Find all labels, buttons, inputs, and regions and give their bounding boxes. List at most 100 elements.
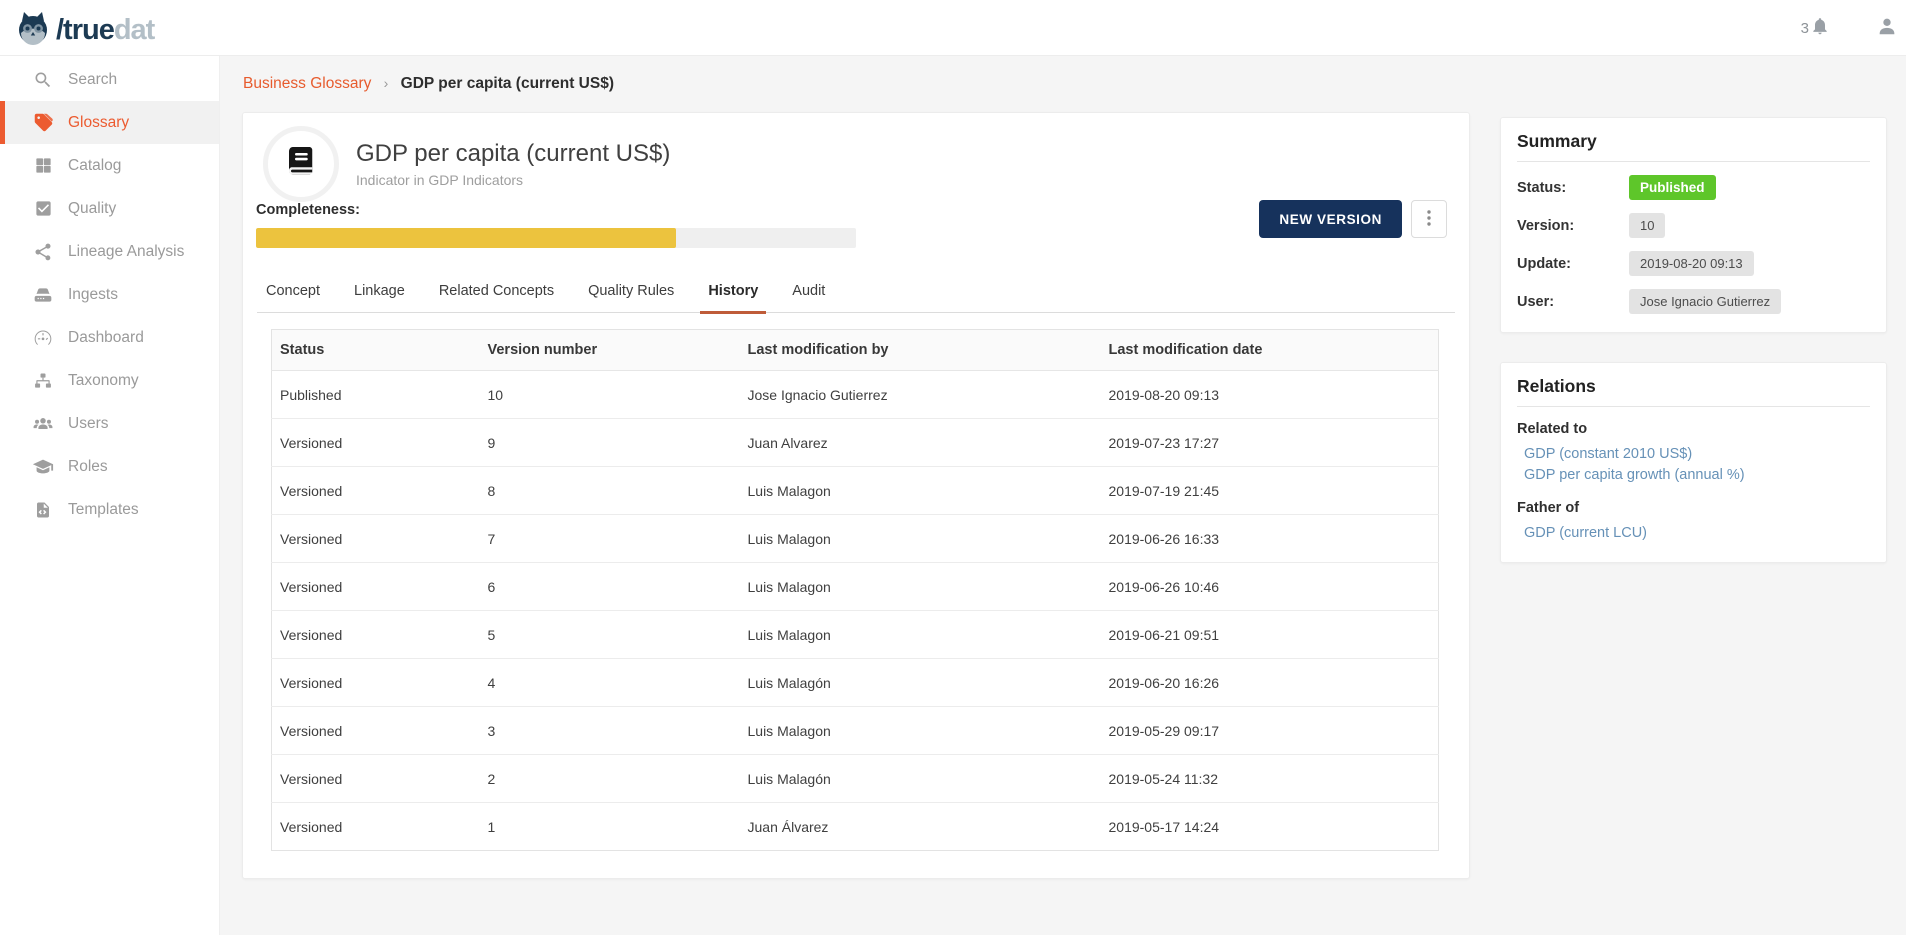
tab-linkage[interactable]: Linkage [352,273,407,312]
cell-last-modification-by: Luis Malagon [740,467,1101,515]
completeness-label: Completeness: [256,202,856,218]
cell-status: Versioned [272,755,480,803]
cell-version-number: 4 [480,659,740,707]
sidebar-item-search[interactable]: Search [0,58,219,101]
column-header-status: Status [272,330,480,371]
main-content: Business Glossary › GDP per capita (curr… [220,56,1906,935]
cell-status: Published [272,371,480,419]
sidebar-item-label: Ingests [68,286,118,304]
tab-audit[interactable]: Audit [790,273,827,312]
tag-icon [32,112,54,134]
cell-last-modification-by: Luis Malagon [740,515,1101,563]
sidebar-item-label: Dashboard [68,329,144,347]
table-row[interactable]: Versioned 7 Luis Malagon 2019-06-26 16:3… [272,515,1439,563]
sidebar-item-quality[interactable]: Quality [0,187,219,230]
table-row[interactable]: Published 10 Jose Ignacio Gutierrez 2019… [272,371,1439,419]
summary-field-update: Update: 2019-08-20 09:13 [1517,251,1870,276]
check-square-icon [32,198,54,220]
tab-bar: Concept Linkage Related Concepts Quality Ru… [257,273,1455,313]
summary-field-label: Version: [1517,218,1629,234]
breadcrumb-current: GDP per capita (current US$) [401,75,614,92]
relations-title: Relations [1517,376,1870,407]
summary-title: Summary [1517,131,1870,162]
sidebar: Search Glossary Catalog Quality Lineage … [0,56,220,935]
cell-last-modification-by: Luis Malagon [740,563,1101,611]
table-row[interactable]: Versioned 8 Luis Malagon 2019-07-19 21:4… [272,467,1439,515]
sidebar-item-users[interactable]: Users [0,402,219,445]
relation-group-heading: Related to [1517,421,1870,437]
hierarchy-icon [32,370,54,392]
summary-field-user: User: Jose Ignacio Gutierrez [1517,289,1870,314]
column-header-version: Version number [480,330,740,371]
summary-field-label: Status: [1517,180,1629,196]
notifications-button[interactable]: 3 [1801,16,1830,41]
cell-last-modification-date: 2019-06-26 16:33 [1101,515,1439,563]
summary-field-value: Published [1629,175,1716,200]
more-actions-button[interactable] [1411,200,1447,238]
breadcrumb-separator: › [384,75,389,91]
cell-version-number: 2 [480,755,740,803]
relation-link[interactable]: GDP per capita growth (annual %) [1524,465,1870,486]
breadcrumb-parent-link[interactable]: Business Glossary [243,75,371,92]
column-header-by: Last modification by [740,330,1101,371]
cell-last-modification-date: 2019-05-24 11:32 [1101,755,1439,803]
sidebar-item-roles[interactable]: Roles [0,445,219,488]
table-row[interactable]: Versioned 2 Luis Malagón 2019-05-24 11:3… [272,755,1439,803]
cell-version-number: 6 [480,563,740,611]
relation-link[interactable]: GDP (constant 2010 US$) [1524,444,1870,465]
sidebar-item-dashboard[interactable]: Dashboard [0,316,219,359]
tab-concept[interactable]: Concept [264,273,322,312]
table-row[interactable]: Versioned 4 Luis Malagón 2019-06-20 16:2… [272,659,1439,707]
relation-group: Father of GDP (current LCU) [1517,500,1870,544]
sidebar-item-glossary[interactable]: Glossary [0,101,219,144]
table-row[interactable]: Versioned 3 Luis Malagon 2019-05-29 09:1… [272,707,1439,755]
graduation-cap-icon [32,456,54,478]
summary-field-value: Jose Ignacio Gutierrez [1629,289,1781,314]
relations-panel: Relations Related to GDP (constant 2010 … [1500,362,1887,563]
cell-last-modification-date: 2019-06-20 16:26 [1101,659,1439,707]
sidebar-item-taxonomy[interactable]: Taxonomy [0,359,219,402]
sidebar-item-label: Quality [68,200,116,218]
sidebar-item-label: Catalog [68,157,121,175]
cell-last-modification-date: 2019-06-21 09:51 [1101,611,1439,659]
tab-related-concepts[interactable]: Related Concepts [437,273,556,312]
sidebar-item-label: Users [68,415,108,433]
table-row[interactable]: Versioned 9 Juan Alvarez 2019-07-23 17:2… [272,419,1439,467]
cell-version-number: 10 [480,371,740,419]
right-column: Summary Status: Published Version: 10 Up… [1500,117,1887,563]
cell-version-number: 5 [480,611,740,659]
sidebar-item-templates[interactable]: Templates [0,488,219,531]
table-row[interactable]: Versioned 5 Luis Malagon 2019-06-21 09:5… [272,611,1439,659]
truedat-logo[interactable]: /truedat [14,9,154,52]
summary-field-label: User: [1517,294,1629,310]
relation-link[interactable]: GDP (current LCU) [1524,523,1870,544]
search-icon [32,69,54,91]
table-row[interactable]: Versioned 1 Juan Álvarez 2019-05-17 14:2… [272,803,1439,851]
table-row[interactable]: Versioned 6 Luis Malagon 2019-06-26 10:4… [272,563,1439,611]
cell-status: Versioned [272,803,480,851]
users-icon [32,413,54,435]
summary-field-label: Update: [1517,256,1629,272]
user-menu-button[interactable] [1876,15,1898,42]
tab-quality-rules[interactable]: Quality Rules [586,273,676,312]
sidebar-item-label: Roles [68,458,108,476]
sidebar-item-label: Taxonomy [68,372,139,390]
sidebar-item-label: Search [68,71,117,89]
sidebar-item-label: Lineage Analysis [68,243,184,261]
cell-last-modification-by: Luis Malagón [740,659,1101,707]
cell-version-number: 1 [480,803,740,851]
cell-last-modification-by: Juan Alvarez [740,419,1101,467]
cell-status: Versioned [272,467,480,515]
tab-history[interactable]: History [706,273,760,312]
relation-group-heading: Father of [1517,500,1870,516]
sidebar-item-lineage-analysis[interactable]: Lineage Analysis [0,230,219,273]
kebab-menu-icon [1422,209,1436,230]
sidebar-item-catalog[interactable]: Catalog [0,144,219,187]
cell-last-modification-by: Jose Ignacio Gutierrez [740,371,1101,419]
new-version-button[interactable]: NEW VERSION [1259,200,1402,238]
notification-count-badge: 3 [1801,20,1809,37]
cell-version-number: 3 [480,707,740,755]
summary-field-version: Version: 10 [1517,213,1870,238]
sidebar-item-ingests[interactable]: Ingests [0,273,219,316]
cell-status: Versioned [272,611,480,659]
